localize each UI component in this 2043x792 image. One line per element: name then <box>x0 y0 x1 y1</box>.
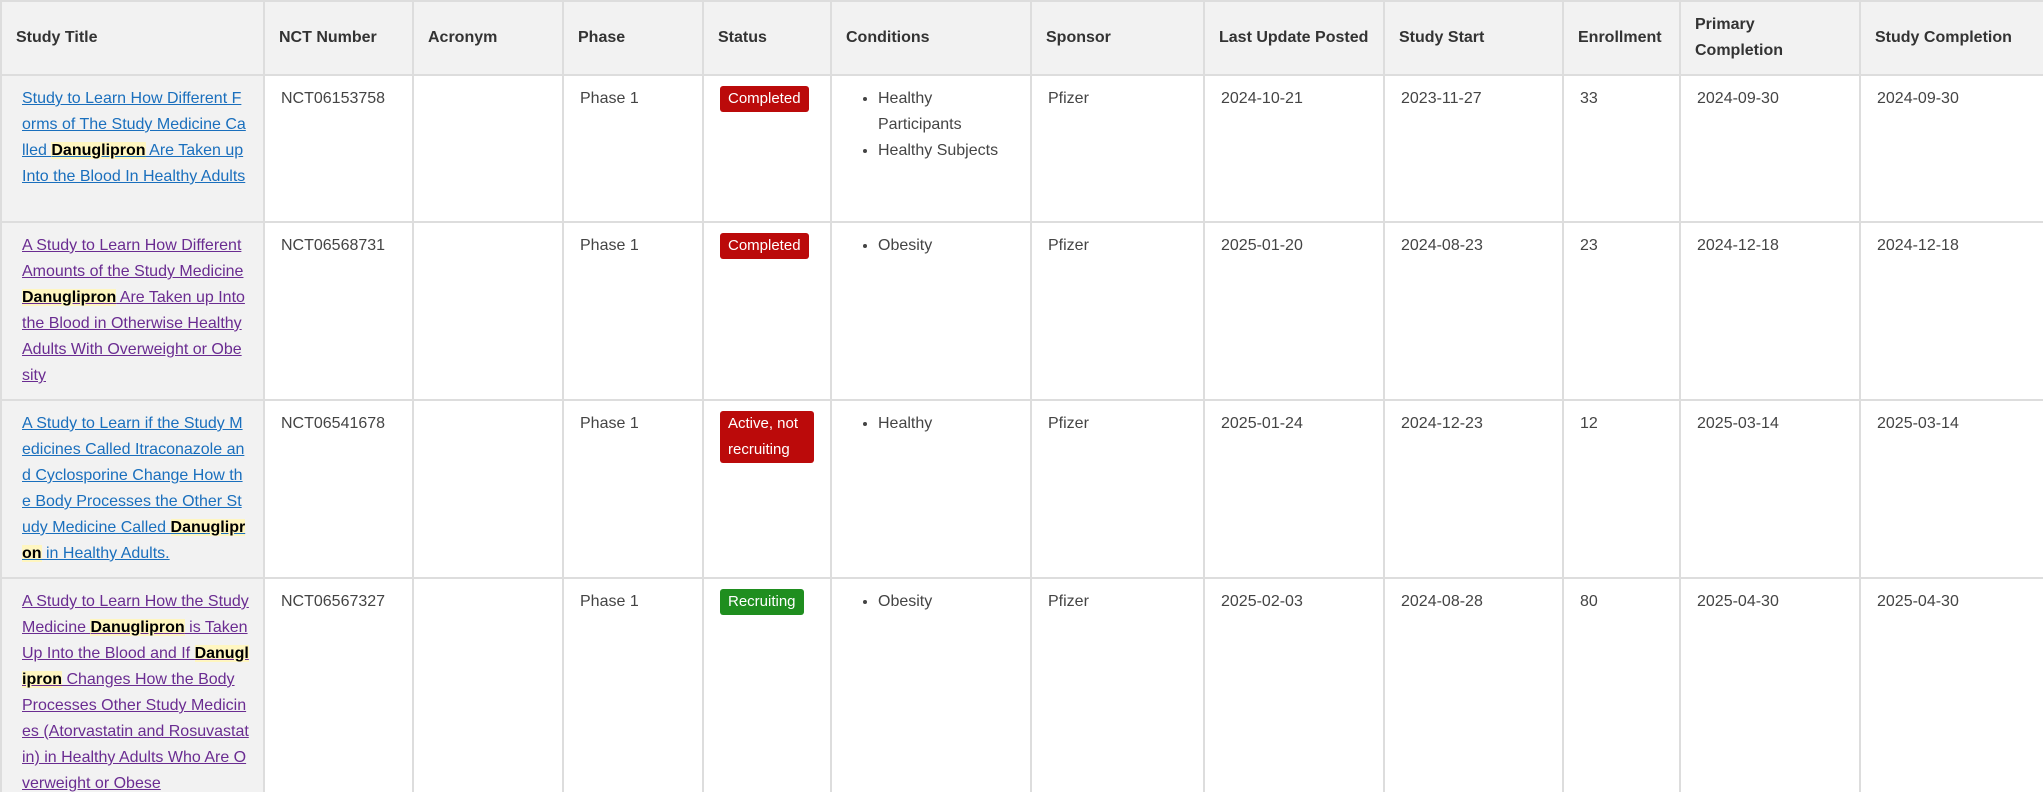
col-header-study-start[interactable]: Study Start <box>1383 0 1564 76</box>
search-term-highlight: Danuglipron <box>51 142 146 159</box>
study-start-cell: 2024-08-23 <box>1383 221 1564 401</box>
acronym-cell <box>412 74 564 223</box>
search-term-highlight: Danuglipron <box>22 289 117 306</box>
phase-cell: Phase 1 <box>562 221 704 401</box>
status-cell: Active, not recruiting <box>702 399 832 579</box>
conditions-list: Healthy Participants Healthy Subjects <box>848 86 1014 164</box>
acronym-cell <box>412 399 564 579</box>
enrollment-cell: 33 <box>1562 74 1681 223</box>
conditions-list: Healthy <box>848 411 1014 437</box>
title-text: in Healthy Adults. <box>41 545 170 562</box>
col-header-last-update[interactable]: Last Update Posted <box>1203 0 1385 76</box>
table-row: A Study to Learn How Different Amounts o… <box>0 221 2043 401</box>
last-update-cell: 2025-01-20 <box>1203 221 1385 401</box>
conditions-cell: Healthy <box>830 399 1032 579</box>
primary-completion-cell: 2024-09-30 <box>1679 74 1861 223</box>
sponsor-cell: Pfizer <box>1030 74 1205 223</box>
col-header-enrollment[interactable]: Enrollment <box>1562 0 1681 76</box>
condition-item: Obesity <box>878 589 1014 615</box>
results-table: Study Title NCT Number Acronym Phase Sta… <box>0 0 2043 792</box>
study-title-link[interactable]: A Study to Learn How Different Amounts o… <box>22 237 245 384</box>
last-update-cell: 2025-01-24 <box>1203 399 1385 579</box>
status-badge: Completed <box>720 86 809 112</box>
table-row: A Study to Learn if the Study Medicines … <box>0 399 2043 579</box>
status-cell: Completed <box>702 221 832 401</box>
status-cell: Completed <box>702 74 832 223</box>
conditions-cell: Obesity <box>830 221 1032 401</box>
table-row: A Study to Learn How the Study Medicine … <box>0 577 2043 792</box>
col-header-nct-number[interactable]: NCT Number <box>263 0 414 76</box>
study-title-cell: A Study to Learn How the Study Medicine … <box>0 577 265 792</box>
study-completion-cell: 2024-12-18 <box>1859 221 2043 401</box>
status-badge: Completed <box>720 233 809 259</box>
table-row: Study to Learn How Different Forms of Th… <box>0 74 2043 223</box>
col-header-study-completion[interactable]: Study Completion <box>1859 0 2043 76</box>
status-badge: Active, not recruiting <box>720 411 814 463</box>
condition-item: Healthy <box>878 411 1014 437</box>
conditions-cell: Obesity <box>830 577 1032 792</box>
status-cell: Recruiting <box>702 577 832 792</box>
phase-cell: Phase 1 <box>562 399 704 579</box>
study-start-cell: 2023-11-27 <box>1383 74 1564 223</box>
col-header-conditions[interactable]: Conditions <box>830 0 1032 76</box>
study-completion-cell: 2025-04-30 <box>1859 577 2043 792</box>
sponsor-cell: Pfizer <box>1030 399 1205 579</box>
study-title-cell: A Study to Learn How Different Amounts o… <box>0 221 265 401</box>
status-badge: Recruiting <box>720 589 804 615</box>
study-title-cell: A Study to Learn if the Study Medicines … <box>0 399 265 579</box>
title-text: Changes How the Body Processes Other Stu… <box>22 671 249 792</box>
sponsor-cell: Pfizer <box>1030 221 1205 401</box>
study-title-link[interactable]: Study to Learn How Different Forms of Th… <box>22 90 246 185</box>
study-title-link[interactable]: A Study to Learn How the Study Medicine … <box>22 593 249 792</box>
study-start-cell: 2024-12-23 <box>1383 399 1564 579</box>
title-text: A Study to Learn if the Study Medicines … <box>22 415 245 536</box>
study-title-cell: Study to Learn How Different Forms of Th… <box>0 74 265 223</box>
enrollment-cell: 80 <box>1562 577 1681 792</box>
enrollment-cell: 12 <box>1562 399 1681 579</box>
col-header-sponsor[interactable]: Sponsor <box>1030 0 1205 76</box>
enrollment-cell: 23 <box>1562 221 1681 401</box>
primary-completion-cell: 2025-04-30 <box>1679 577 1861 792</box>
nct-number-cell: NCT06541678 <box>263 399 414 579</box>
conditions-list: Obesity <box>848 589 1014 615</box>
primary-completion-cell: 2024-12-18 <box>1679 221 1861 401</box>
header-row: Study Title NCT Number Acronym Phase Sta… <box>0 0 2043 76</box>
nct-number-cell: NCT06153758 <box>263 74 414 223</box>
condition-item: Obesity <box>878 233 1014 259</box>
nct-number-cell: NCT06568731 <box>263 221 414 401</box>
acronym-cell <box>412 577 564 792</box>
nct-number-cell: NCT06567327 <box>263 577 414 792</box>
col-header-phase[interactable]: Phase <box>562 0 704 76</box>
conditions-list: Obesity <box>848 233 1014 259</box>
condition-item: Healthy Participants <box>878 86 1014 138</box>
acronym-cell <box>412 221 564 401</box>
last-update-cell: 2024-10-21 <box>1203 74 1385 223</box>
col-header-status[interactable]: Status <box>702 0 832 76</box>
search-term-highlight: Danuglipron <box>90 619 185 636</box>
primary-completion-cell: 2025-03-14 <box>1679 399 1861 579</box>
col-header-primary-completion[interactable]: Primary Completion <box>1679 0 1861 76</box>
conditions-cell: Healthy Participants Healthy Subjects <box>830 74 1032 223</box>
last-update-cell: 2025-02-03 <box>1203 577 1385 792</box>
title-text: A Study to Learn How Different Amounts o… <box>22 237 244 280</box>
study-completion-cell: 2025-03-14 <box>1859 399 2043 579</box>
results-table-container: Study Title NCT Number Acronym Phase Sta… <box>0 0 2043 792</box>
col-header-acronym[interactable]: Acronym <box>412 0 564 76</box>
study-start-cell: 2024-08-28 <box>1383 577 1564 792</box>
phase-cell: Phase 1 <box>562 74 704 223</box>
study-title-link[interactable]: A Study to Learn if the Study Medicines … <box>22 415 246 562</box>
sponsor-cell: Pfizer <box>1030 577 1205 792</box>
col-header-study-title[interactable]: Study Title <box>0 0 265 76</box>
phase-cell: Phase 1 <box>562 577 704 792</box>
study-completion-cell: 2024-09-30 <box>1859 74 2043 223</box>
condition-item: Healthy Subjects <box>878 138 1014 164</box>
